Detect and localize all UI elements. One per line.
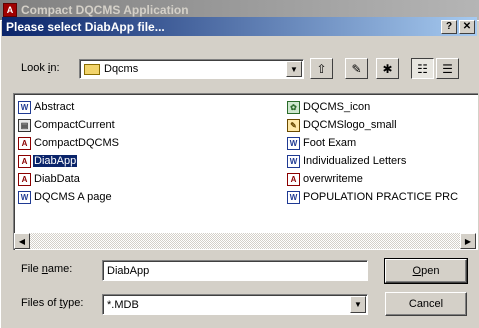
look-in-combo[interactable]: Dqcms ▼ <box>79 59 304 79</box>
file-name-text: Abstract <box>34 101 75 113</box>
new-folder-button[interactable]: ✱ <box>376 58 399 79</box>
chevron-down-icon[interactable]: ▼ <box>350 296 366 313</box>
file-name-text: DQCMS A page <box>34 191 112 203</box>
chevron-down-icon[interactable]: ▼ <box>286 61 302 77</box>
file-name-text: DiabData <box>34 173 80 185</box>
word-document-icon: W <box>287 136 300 150</box>
up-folder-icon: ⇧ <box>316 61 327 76</box>
file-list-item[interactable]: A DiabData <box>18 171 81 187</box>
file-name-text: Foot Exam <box>303 137 357 149</box>
access-database-icon: A <box>18 136 31 150</box>
dialog-titlebar: Please select DiabApp file... ? ✕ <box>2 17 477 36</box>
arrow-left-icon: ◀ <box>18 236 26 246</box>
look-in-value: Dqcms <box>104 63 139 75</box>
file-name-text: CompactCurrent <box>34 119 115 131</box>
file-list[interactable]: W Abstract ▤ CompactCurrent A CompactDQCMS A Di… <box>13 93 478 250</box>
file-name-text: DQCMSlogo_small <box>303 119 397 131</box>
close-button[interactable]: ✕ <box>459 19 475 34</box>
file-list-item[interactable]: W DQCMS A page <box>18 189 113 205</box>
desktop-button[interactable]: ✎ <box>345 58 368 79</box>
desktop-icon: ✎ <box>351 61 362 76</box>
file-name-input[interactable]: DiabApp <box>102 260 368 281</box>
file-list-item[interactable]: W POPULATION PRACTICE PRC <box>287 189 459 205</box>
file-name-text: CompactDQCMS <box>34 137 119 149</box>
open-button[interactable]: Open <box>384 258 468 284</box>
image-icon: ✎ <box>287 118 300 132</box>
access-database-icon: A <box>18 154 31 168</box>
look-in-label: Look in: <box>21 62 60 74</box>
help-button[interactable]: ? <box>441 19 457 34</box>
word-document-icon: W <box>287 190 300 204</box>
access-database-icon: A <box>287 172 300 186</box>
file-name-text: POPULATION PRACTICE PRC <box>303 191 459 203</box>
file-type-label: Files of type: <box>21 297 84 309</box>
details-view-button[interactable]: ☰ <box>436 58 459 79</box>
file-name-label: File name: <box>21 263 73 275</box>
application-icon: ▤ <box>18 118 31 132</box>
file-list-item[interactable]: W Abstract <box>18 99 75 115</box>
file-list-item[interactable]: W Foot Exam <box>287 135 357 151</box>
file-list-item[interactable]: Aoverwriteme <box>287 171 364 187</box>
file-name-text: DQCMS_icon <box>303 101 371 113</box>
access-database-icon: A <box>18 172 31 186</box>
file-type-value: *.MDB <box>107 298 139 311</box>
word-document-icon: W <box>18 100 31 114</box>
folder-icon <box>84 63 100 75</box>
details-view-icon: ☰ <box>442 61 453 76</box>
file-type-select[interactable]: *.MDB ▼ <box>102 294 368 315</box>
horizontal-scrollbar[interactable]: ◀ ▶ <box>14 233 476 249</box>
file-name-value: DiabApp <box>107 264 150 277</box>
file-list-item[interactable]: A CompactDQCMS <box>18 135 120 151</box>
list-view-button[interactable]: ☷ <box>411 58 434 79</box>
app-title: Compact DQCMS Application <box>21 3 189 17</box>
file-name-text: Individualized Letters <box>303 155 407 167</box>
scroll-left-button[interactable]: ◀ <box>14 233 30 249</box>
list-view-icon: ☷ <box>417 61 428 76</box>
file-list-item[interactable]: ✿ DQCMS_icon <box>287 99 371 115</box>
up-one-level-button[interactable]: ⇧ <box>310 58 333 79</box>
image-icon: ✿ <box>287 100 300 114</box>
access-app-icon: A <box>3 3 17 17</box>
scroll-right-button[interactable]: ▶ <box>460 233 476 249</box>
word-document-icon: W <box>18 190 31 204</box>
file-list-item[interactable]: W Individualized Letters <box>287 153 407 169</box>
dialog-title: Please select DiabApp file... <box>6 19 165 34</box>
file-list-item[interactable]: A DiabApp <box>18 153 78 169</box>
new-folder-icon: ✱ <box>382 61 393 76</box>
arrow-right-icon: ▶ <box>464 236 472 246</box>
file-list-item[interactable]: ✎ DQCMSlogo_small <box>287 117 398 133</box>
file-list-item[interactable]: ▤ CompactCurrent <box>18 117 116 133</box>
cancel-button[interactable]: Cancel <box>385 292 467 316</box>
file-name-text: overwriteme <box>303 173 363 185</box>
word-document-icon: W <box>287 154 300 168</box>
file-name-text: DiabApp <box>33 155 78 167</box>
